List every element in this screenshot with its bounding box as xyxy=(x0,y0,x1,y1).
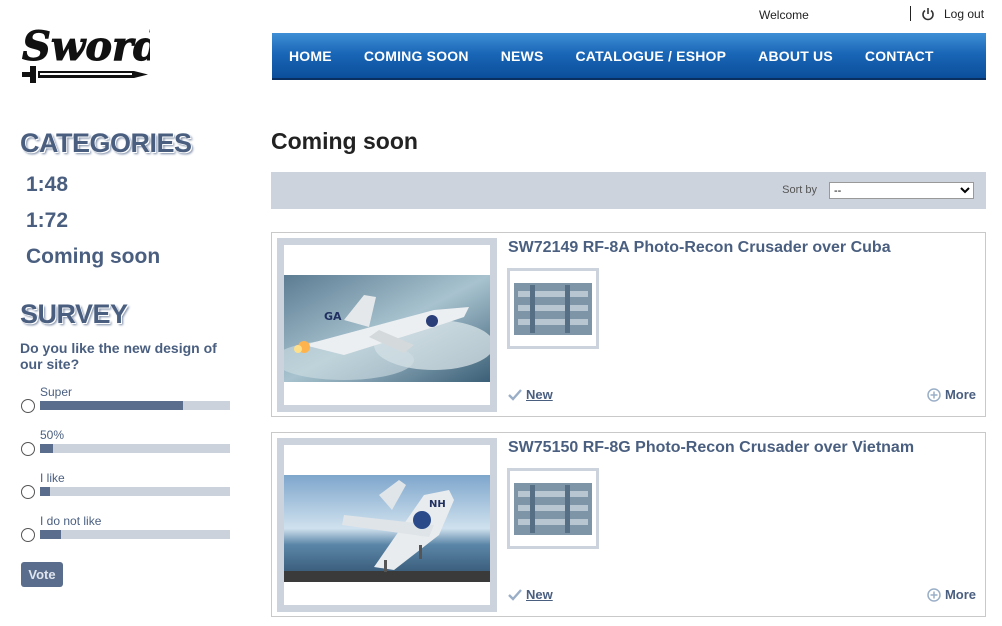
nav-home[interactable]: HOME xyxy=(289,48,332,64)
category-1-48[interactable]: 1:48 xyxy=(26,173,240,209)
top-bar: Welcome Log out xyxy=(700,0,1002,30)
survey-result-bar xyxy=(40,487,230,496)
jet-photo: NH xyxy=(284,475,490,582)
new-label: New xyxy=(526,587,553,602)
jet-photo: GA xyxy=(284,275,490,382)
survey-radio-i-like[interactable] xyxy=(21,485,35,499)
categories-heading: CATEGORIES xyxy=(20,128,192,158)
survey-option: 50% xyxy=(20,426,240,469)
survey-result-fill xyxy=(40,401,183,410)
survey-question: Do you like the new design of our site? xyxy=(20,340,217,372)
sidebar: CATEGORIES 1:48 1:72 Coming soon SURVEY … xyxy=(20,128,240,587)
svg-text:GA: GA xyxy=(324,310,342,323)
sort-bar: Sort by -- xyxy=(271,172,986,209)
survey-result-fill xyxy=(40,487,50,496)
survey-result-bar xyxy=(40,444,230,453)
survey-radio-50[interactable] xyxy=(21,442,35,456)
sprue-image xyxy=(510,471,596,546)
more-link[interactable]: More xyxy=(927,587,976,602)
vote-button[interactable]: Vote xyxy=(21,562,63,587)
survey-option-label: I do not like xyxy=(40,514,102,528)
svg-text:Sword: Sword xyxy=(22,23,150,70)
power-icon xyxy=(922,8,934,21)
survey-option-label: Super xyxy=(40,385,73,399)
page-title: Coming soon xyxy=(271,128,418,154)
more-link[interactable]: More xyxy=(927,387,976,402)
category-coming-soon[interactable]: Coming soon xyxy=(26,245,240,281)
nav-news[interactable]: NEWS xyxy=(501,48,544,64)
survey-option: I do not like xyxy=(20,512,240,555)
survey-options: Super 50% I like I do not like xyxy=(20,383,240,555)
divider xyxy=(910,6,911,21)
survey-result-fill xyxy=(40,444,54,453)
nav-coming-soon[interactable]: COMING SOON xyxy=(364,48,469,64)
new-link[interactable]: New xyxy=(508,587,553,602)
survey-option-label: I like xyxy=(40,471,65,485)
sprue-thumbnail[interactable] xyxy=(507,268,599,349)
category-1-72[interactable]: 1:72 xyxy=(26,209,240,245)
nav-catalogue-eshop[interactable]: CATALOGUE / ESHOP xyxy=(576,48,727,64)
nav-contact[interactable]: CONTACT xyxy=(865,48,934,64)
welcome-text: Welcome xyxy=(759,8,809,22)
product-title[interactable]: SW72149 RF-8A Photo-Recon Crusader over … xyxy=(508,239,891,257)
main-nav: HOME COMING SOON NEWS CATALOGUE / ESHOP … xyxy=(272,33,986,80)
survey-radio-super[interactable] xyxy=(21,399,35,413)
category-list: 1:48 1:72 Coming soon xyxy=(20,173,240,281)
sprue-image xyxy=(510,271,596,346)
logout-label: Log out xyxy=(944,7,985,21)
sword-logo[interactable]: Sword xyxy=(20,14,162,92)
survey-radio-i-do-not-like[interactable] xyxy=(21,528,35,542)
survey-option-label: 50% xyxy=(40,428,65,442)
svg-text:NH: NH xyxy=(429,499,446,510)
plus-circle-icon xyxy=(927,587,941,602)
sort-select[interactable]: -- xyxy=(829,182,974,199)
survey-result-bar xyxy=(40,401,230,410)
logout-link[interactable]: Log out xyxy=(921,7,984,21)
checkmark-icon xyxy=(508,388,522,401)
product-image[interactable]: GA xyxy=(277,238,497,412)
survey-heading: SURVEY xyxy=(20,299,128,329)
sort-label: Sort by xyxy=(782,184,817,196)
more-label: More xyxy=(944,387,976,402)
new-label: New xyxy=(526,387,553,402)
survey-result-fill xyxy=(40,530,61,539)
product-card: NH SW75150 RF-8G Photo-Recon Crusader ov… xyxy=(271,432,986,617)
survey-option: Super xyxy=(20,383,240,426)
plus-circle-icon xyxy=(927,387,941,402)
product-card: GA SW72149 RF-8A Photo-Recon Crusader ov… xyxy=(271,232,986,417)
product-image[interactable]: NH xyxy=(277,438,497,612)
sprue-thumbnail[interactable] xyxy=(507,468,599,549)
checkmark-icon xyxy=(508,588,522,601)
survey-result-bar xyxy=(40,530,230,539)
new-link[interactable]: New xyxy=(508,387,553,402)
more-label: More xyxy=(944,587,976,602)
product-title[interactable]: SW75150 RF-8G Photo-Recon Crusader over … xyxy=(508,439,914,457)
survey-option: I like xyxy=(20,469,240,512)
nav-about-us[interactable]: ABOUT US xyxy=(758,48,833,64)
main-content: Coming soon Sort by -- xyxy=(271,128,986,209)
